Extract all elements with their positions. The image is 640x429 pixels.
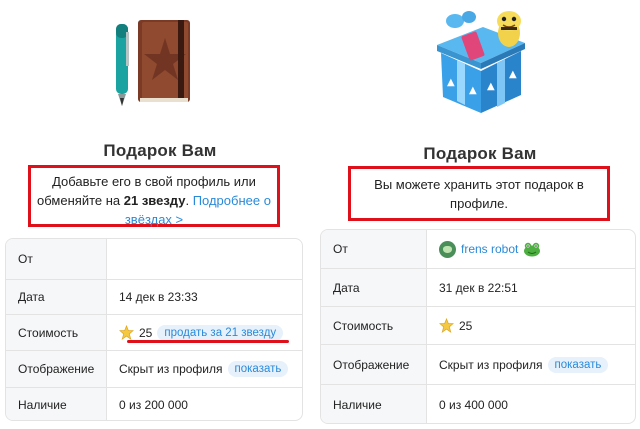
svg-text:▲: ▲ <box>487 81 495 92</box>
gift-title: Подарок Вам <box>103 141 217 160</box>
table-row: Наличие 0 из 200 000 <box>6 387 302 420</box>
notebook-with-pen-icon <box>100 10 200 110</box>
row-value: Скрыт из профиля показать <box>107 351 289 387</box>
row-value: 25 продать за 21 звезду <box>107 315 284 350</box>
row-label: Наличие <box>6 388 107 420</box>
table-row: Наличие 0 из 400 000 <box>321 384 635 423</box>
row-label: Отображение <box>6 351 107 387</box>
svg-text:▲: ▲ <box>447 77 455 88</box>
row-label: Дата <box>321 269 427 306</box>
gift-panel-left: Подарок Вам Добавьте его в свой профиль … <box>0 0 320 429</box>
table-row: Стоимость 25 <box>321 306 635 344</box>
row-value: 0 из 400 000 <box>439 398 508 412</box>
row-value: 31 дек в 22:51 <box>439 280 518 295</box>
highlight-underline <box>127 340 289 343</box>
svg-text:▲: ▲ <box>509 69 517 80</box>
desc-text-2: . <box>185 193 193 208</box>
gift-info-table: От Дата 14 дек в 23:33 Стоимость 25 прод… <box>5 238 303 421</box>
price-value: 25 <box>139 325 153 340</box>
row-label: От <box>321 230 427 268</box>
visibility-status: Скрыт из профиля <box>119 362 223 376</box>
frog-avatar-icon <box>439 240 456 258</box>
show-button[interactable]: показать <box>547 356 609 373</box>
table-row: Отображение Скрыт из профиля показать <box>321 344 635 384</box>
sell-button[interactable]: продать за 21 звезду <box>157 324 284 341</box>
sender-name-link[interactable]: frens robot <box>461 242 518 256</box>
visibility-status: Скрыт из профиля <box>439 357 543 372</box>
price-value: 25 <box>459 318 473 333</box>
row-value: Скрыт из профиля показать <box>427 345 609 384</box>
table-row: Дата 31 дек в 22:51 <box>321 268 635 306</box>
desc-bold-amount: 21 звезду <box>123 193 186 208</box>
row-label: Дата <box>6 280 107 314</box>
row-label: Стоимость <box>6 315 107 350</box>
star-icon <box>119 325 134 340</box>
show-button[interactable]: показать <box>227 361 289 377</box>
row-value: 0 из 200 000 <box>119 398 188 412</box>
row-value: 14 дек в 23:33 <box>119 290 198 304</box>
table-row: Отображение Скрыт из профиля показать <box>6 350 302 387</box>
table-row: Дата 14 дек в 23:33 <box>6 279 302 314</box>
gift-box-with-snake-icon: ▲ ▲ ▲ ▲ <box>425 5 535 120</box>
svg-text:▲: ▲ <box>469 85 477 96</box>
row-label: Отображение <box>321 345 427 384</box>
table-row: Стоимость 25 продать за 21 звезду <box>6 314 302 350</box>
gift-info-table: От frens robot Дата 31 дек в 22:51 Стоим… <box>320 229 636 424</box>
star-icon <box>439 318 454 333</box>
gift-description: Добавьте его в свой профиль или обменяйт… <box>35 172 273 229</box>
gift-title: Подарок Вам <box>423 144 537 163</box>
row-value[interactable]: frens robot <box>427 230 541 268</box>
row-label: Стоимость <box>321 307 427 344</box>
table-row: От frens robot <box>321 230 635 268</box>
row-label: От <box>6 239 107 279</box>
row-label: Наличие <box>321 385 427 423</box>
row-value: 25 <box>427 307 472 344</box>
row-value <box>107 239 119 279</box>
gift-description: Вы можете хранить этот подарок в профиле… <box>374 177 584 211</box>
table-row: От <box>6 239 302 279</box>
gift-panel-right: ▲ ▲ ▲ ▲ Подарок Вам Вы можете хранить эт… <box>320 0 640 429</box>
frog-emoji-icon <box>524 242 541 257</box>
